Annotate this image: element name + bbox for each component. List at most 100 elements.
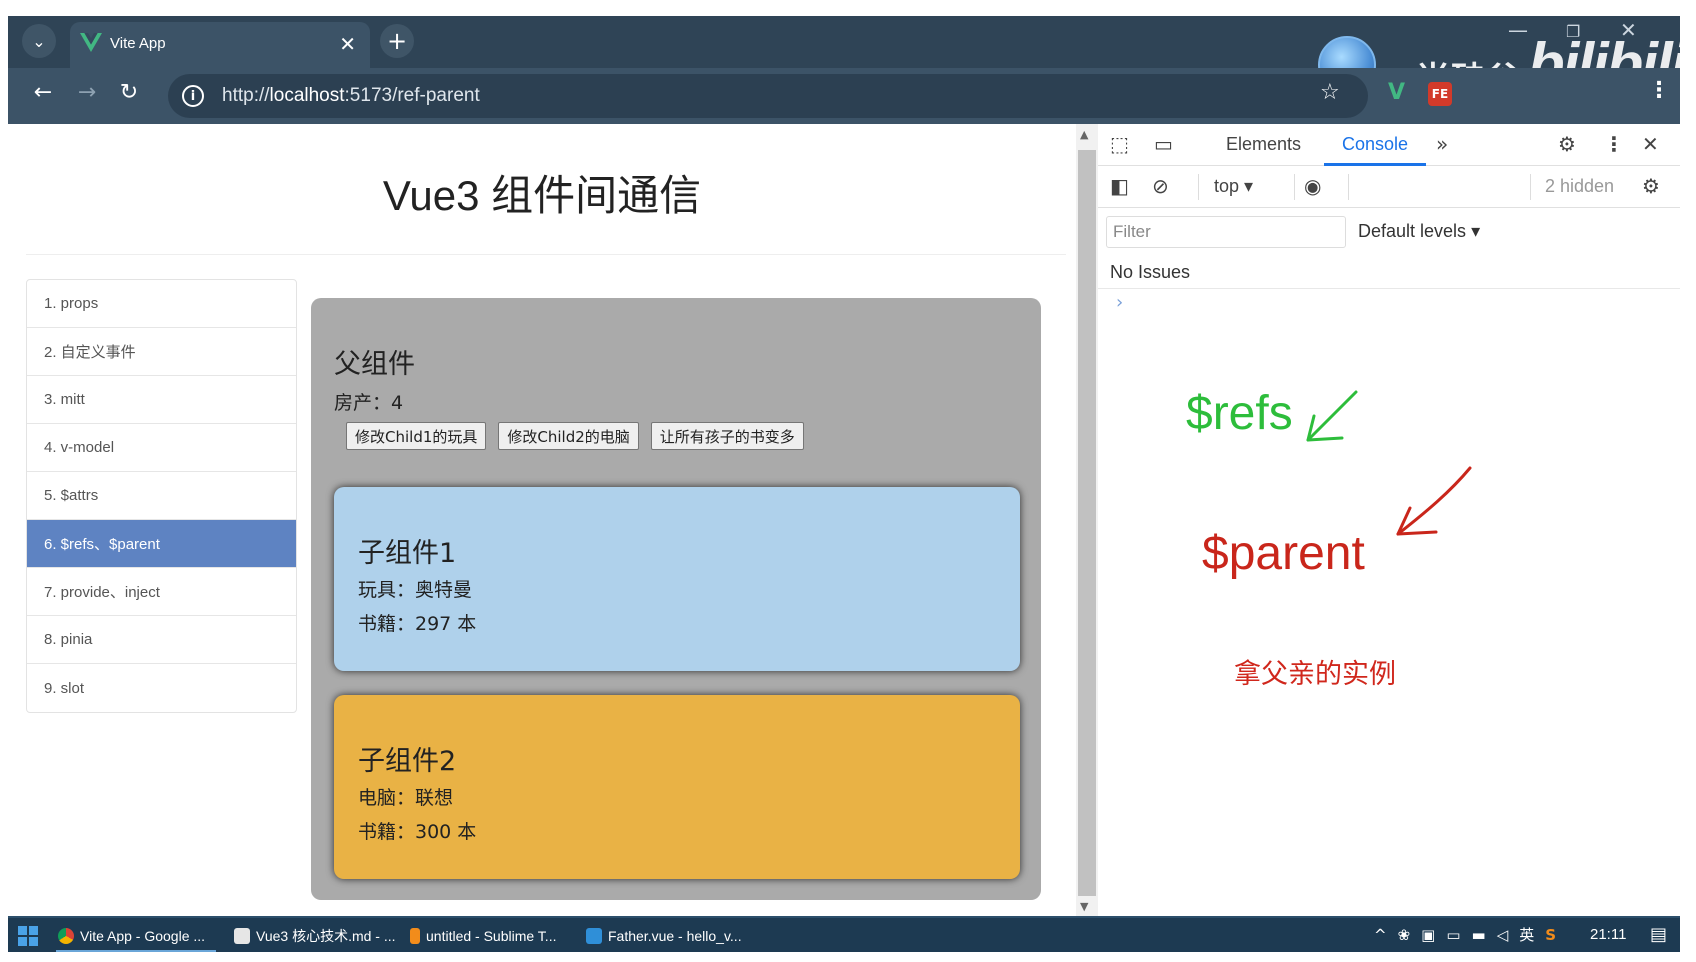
scroll-up-icon[interactable]: ▲	[1080, 128, 1088, 141]
console-filter-input[interactable]: Filter	[1106, 216, 1346, 248]
taskbar-item-sublime[interactable]: untitled - Sublime T...	[410, 925, 556, 947]
taskbar-item-vscode[interactable]: Father.vue - hello_v...	[586, 925, 742, 947]
nav-item-slot[interactable]: 9. slot	[27, 664, 296, 712]
site-info-icon[interactable]: i	[182, 85, 204, 107]
forward-arrow-icon[interactable]: →	[72, 80, 102, 105]
window-close-icon[interactable]: ✕	[1620, 18, 1637, 42]
green-arrow-icon	[1306, 390, 1358, 442]
annotation-note: 拿父亲的实例	[1234, 659, 1396, 690]
device-toolbar-icon[interactable]: ▭	[1154, 132, 1173, 156]
child1-toy: 玩具：奥特曼	[358, 579, 473, 601]
change-child1-toy-button[interactable]: 修改Child1的玩具	[346, 422, 487, 450]
settings-gear-icon[interactable]: ⚙	[1558, 132, 1576, 156]
start-menu-icon[interactable]	[18, 926, 38, 946]
network-icon[interactable]: ▭	[1446, 926, 1460, 944]
devtools-close-icon[interactable]: ✕	[1642, 132, 1659, 156]
volume-icon[interactable]: ◁	[1497, 926, 1509, 944]
devtools-main-toolbar: ⬚ ▭ Elements Console » ⚙ ⋮ ✕	[1098, 124, 1680, 166]
system-tray: ^ ❀ ▣ ▭ ▬ ◁ 英 S	[1374, 924, 1556, 945]
taskbar-item-typora[interactable]: Vue3 核心技术.md - ...	[234, 925, 396, 947]
tab-search-chevron-icon[interactable]: ⌄	[22, 24, 56, 58]
notification-center-icon[interactable]: ▤	[1650, 924, 1667, 945]
annotation-refs: $refs	[1186, 387, 1293, 440]
log-levels-dropdown[interactable]: Default levels ▾	[1358, 221, 1480, 242]
child2-computer: 电脑：联想	[358, 787, 454, 809]
title-divider	[26, 254, 1066, 255]
issues-divider	[1098, 288, 1680, 289]
typora-icon	[234, 928, 250, 944]
nav-item-provide-inject[interactable]: 7. provide、inject	[27, 568, 296, 616]
console-toolbar: ◧ ⊘ top ▾ ◉ 2 hidden ⚙	[1098, 166, 1680, 208]
browser-tab[interactable]: Vite App ✕	[70, 22, 370, 68]
parent-button-row: 修改Child1的玩具 修改Child2的电脑 让所有孩子的书变多	[346, 422, 804, 450]
more-tabs-icon[interactable]: »	[1436, 132, 1448, 156]
nav-item-mitt[interactable]: 3. mitt	[27, 376, 296, 424]
address-bar[interactable]: i http://localhost:5173/ref-parent	[168, 74, 1368, 118]
taskbar-item-label: Father.vue - hello_v...	[608, 928, 742, 944]
nav-item-props[interactable]: 1. props	[27, 280, 296, 328]
scroll-down-icon[interactable]: ▼	[1080, 900, 1088, 913]
clear-console-icon[interactable]: ⊘	[1152, 174, 1169, 198]
console-prompt-icon[interactable]: ›	[1116, 292, 1123, 313]
nav-list: 1. props 2. 自定义事件 3. mitt 4. v-model 5. …	[26, 279, 297, 713]
tab-console[interactable]: Console	[1342, 134, 1408, 155]
sublime-icon	[410, 928, 420, 944]
devtools-panel: ⬚ ▭ Elements Console » ⚙ ⋮ ✕ ◧ ⊘ top ▾ ◉…	[1098, 124, 1680, 916]
devtools-menu-icon[interactable]: ⋮	[1604, 132, 1624, 156]
sidebar-toggle-icon[interactable]: ◧	[1110, 174, 1129, 198]
bottom-strip	[0, 952, 1696, 962]
hidden-count: 2 hidden	[1545, 176, 1615, 196]
toolbar-separator	[1348, 174, 1349, 200]
bookmark-star-icon[interactable]: ☆	[1320, 80, 1340, 105]
ime-indicator[interactable]: 英	[1519, 924, 1534, 945]
sogou-input-icon[interactable]: S	[1545, 926, 1556, 944]
tray-app-icon[interactable]: ❀	[1398, 926, 1411, 944]
inspect-element-icon[interactable]: ⬚	[1110, 132, 1129, 156]
issues-status: No Issues	[1110, 262, 1191, 282]
url-text[interactable]: http://localhost:5173/ref-parent	[222, 85, 480, 107]
browser-menu-icon[interactable]: ⋮	[1648, 78, 1670, 103]
annotation-parent: $parent	[1202, 527, 1365, 580]
parent-component: 父组件 房产：4 修改Child1的玩具 修改Child2的电脑 让所有孩子的书…	[311, 298, 1041, 900]
vscode-icon	[586, 928, 602, 944]
nav-item-attrs[interactable]: 5. $attrs	[27, 472, 296, 520]
nav-item-refs-parent[interactable]: 6. $refs、$parent	[27, 520, 296, 568]
new-tab-button[interactable]: +	[380, 24, 414, 58]
reload-icon[interactable]: ↻	[114, 80, 144, 105]
parent-title: 父组件	[334, 349, 415, 380]
page-scrollbar-thumb[interactable]	[1078, 150, 1096, 896]
tray-app-icon[interactable]: ▣	[1421, 926, 1435, 944]
toolbar-separator	[1198, 174, 1199, 200]
child2-component: 子组件2 电脑：联想 书籍：300 本	[334, 695, 1020, 879]
context-selector[interactable]: top ▾	[1214, 176, 1253, 197]
taskbar-item-label: untitled - Sublime T...	[426, 928, 557, 944]
tab-close-icon[interactable]: ✕	[339, 32, 356, 56]
page-viewport: Vue3 组件间通信 1. props 2. 自定义事件 3. mitt 4. …	[8, 124, 1076, 916]
minimize-icon[interactable]: —	[1508, 18, 1528, 42]
nav-item-v-model[interactable]: 4. v-model	[27, 424, 296, 472]
child1-title: 子组件1	[358, 538, 457, 569]
nav-item-custom-events[interactable]: 2. 自定义事件	[27, 328, 296, 376]
battery-icon[interactable]: ▬	[1472, 926, 1486, 944]
taskbar-item-chrome[interactable]: Vite App - Google ...	[58, 925, 205, 947]
vue-devtools-extension-icon[interactable]: V	[1388, 80, 1405, 105]
nav-item-pinia[interactable]: 8. pinia	[27, 616, 296, 664]
change-child2-computer-button[interactable]: 修改Child2的电脑	[498, 422, 639, 450]
child1-books: 书籍：297 本	[358, 613, 477, 635]
os-taskbar: Vite App - Google ... Vue3 核心技术.md - ...…	[8, 916, 1680, 952]
back-arrow-icon[interactable]: ←	[28, 80, 58, 105]
toolbar-separator	[1530, 174, 1531, 200]
taskbar-clock[interactable]: 21:11	[1590, 926, 1626, 943]
tray-expand-icon[interactable]: ^	[1374, 926, 1387, 944]
fe-extension-icon[interactable]: FE	[1428, 82, 1452, 106]
taskbar-item-label: Vite App - Google ...	[80, 928, 206, 944]
console-settings-gear-icon[interactable]: ⚙	[1642, 174, 1660, 198]
restore-icon[interactable]: ❐	[1566, 22, 1580, 41]
page-title: Vue3 组件间通信	[382, 172, 702, 219]
taskbar-item-label: Vue3 核心技术.md - ...	[256, 928, 396, 944]
child2-title: 子组件2	[358, 746, 457, 777]
chrome-icon	[58, 928, 74, 944]
tab-elements[interactable]: Elements	[1226, 134, 1301, 155]
live-expression-eye-icon[interactable]: ◉	[1304, 174, 1321, 198]
increase-all-books-button[interactable]: 让所有孩子的书变多	[650, 422, 804, 450]
